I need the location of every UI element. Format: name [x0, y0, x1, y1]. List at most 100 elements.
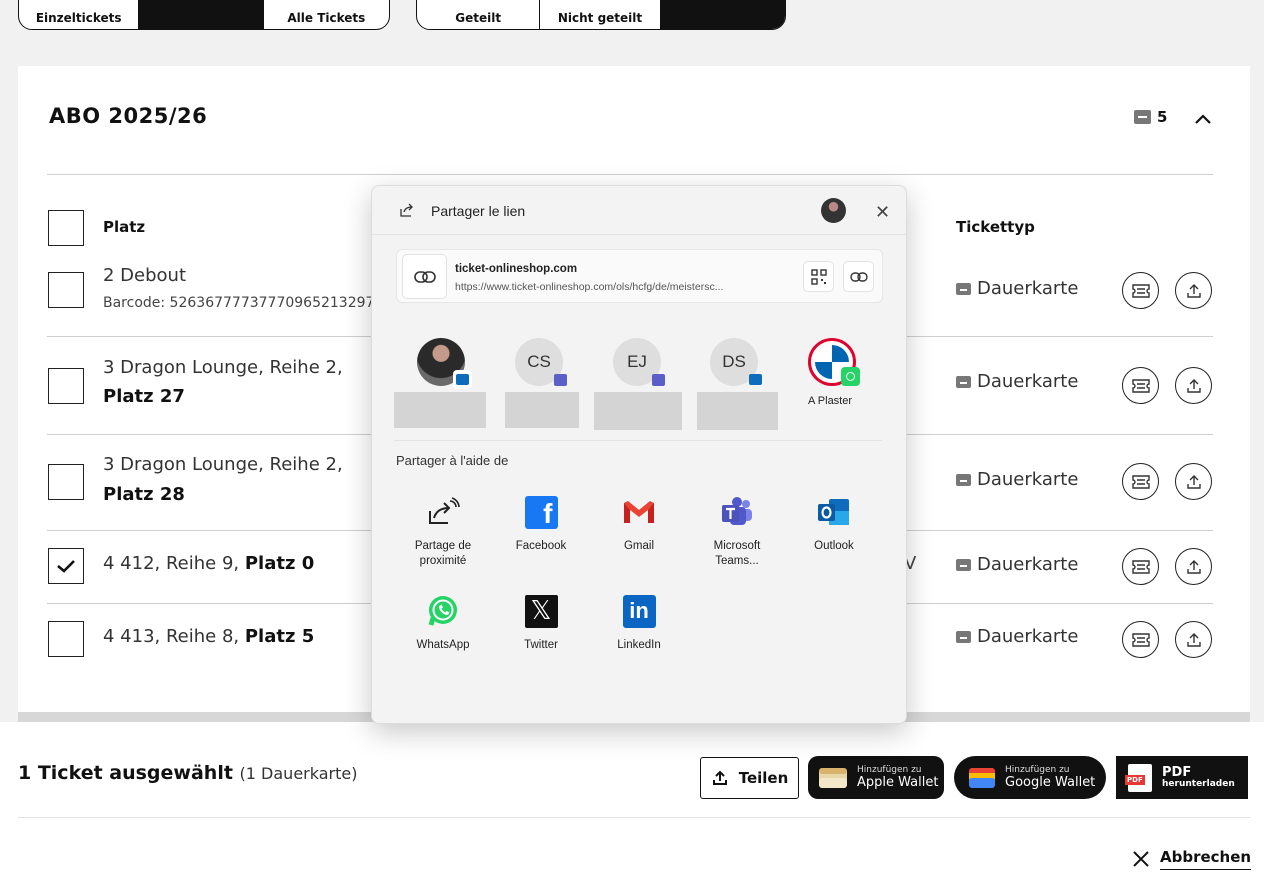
copy-link-button[interactable] — [843, 261, 874, 292]
filter-selected-segment[interactable] — [138, 0, 264, 29]
row-checkbox[interactable] — [48, 368, 84, 404]
footer-bar — [0, 722, 1264, 880]
share-ticket-button[interactable] — [1175, 621, 1212, 658]
filter-geteilt[interactable]: Geteilt — [417, 0, 541, 29]
filter-selected-segment-2[interactable] — [659, 0, 785, 29]
row-checkbox[interactable] — [48, 272, 84, 308]
user-avatar[interactable] — [821, 198, 846, 223]
ticket-detail-button[interactable] — [1122, 367, 1159, 404]
google-wallet-button[interactable]: Hinzufügen zu Google Wallet — [954, 756, 1106, 799]
contact-avatar: CS — [515, 338, 567, 386]
seat-number: Platz 5 — [244, 626, 315, 647]
share-ticket-button[interactable] — [1175, 548, 1212, 585]
contact-initials: CS — [527, 352, 551, 371]
barcode-label: Barcode: 5263677773777096521329713 — [103, 295, 393, 311]
cancel-label: Abbrechen — [1160, 848, 1252, 870]
ticket-detail-button[interactable] — [1122, 548, 1159, 585]
share-ticket-button[interactable] — [1175, 463, 1212, 500]
upload-icon — [1186, 283, 1201, 298]
seat-number: Platz 27 — [103, 386, 185, 407]
ticket-detail-button[interactable] — [1122, 621, 1159, 658]
seat-number: Platz 0 — [244, 553, 315, 574]
share-ticket-button[interactable] — [1175, 272, 1212, 309]
pdf-file-icon: PDF — [1125, 763, 1152, 792]
ticket-count-value: 5 — [1157, 108, 1168, 126]
app-label: Partage de proximité — [414, 540, 472, 567]
ticket-count: 5 — [1134, 108, 1167, 126]
app-label: WhatsApp — [416, 639, 470, 651]
teams-icon — [551, 370, 570, 389]
column-header-platz: Platz — [103, 218, 146, 236]
app-gmail[interactable]: Gmail — [590, 494, 688, 554]
google-wallet-label: Google Wallet — [1005, 775, 1096, 790]
app-outlook[interactable]: Outlook — [785, 494, 883, 554]
checkmark-icon — [57, 560, 75, 573]
ticket-detail-button[interactable] — [1122, 463, 1159, 500]
contact-initials: EJ — [627, 352, 647, 371]
upload-icon — [1186, 632, 1201, 647]
seat-label: 3 Dragon Lounge, Reihe 2, — [103, 454, 343, 475]
app-facebook[interactable]: f Facebook — [492, 494, 590, 554]
qr-code-icon — [810, 268, 827, 285]
ticket-outline-icon — [1131, 474, 1150, 489]
filter-nicht-geteilt[interactable]: Nicht geteilt — [540, 0, 659, 29]
upload-icon — [1186, 378, 1201, 393]
teams-icon — [649, 370, 668, 389]
app-nearby-share[interactable]: Partage de proximité — [394, 494, 492, 569]
ticket-type: Dauerkarte — [956, 469, 1078, 490]
pdf-download-button[interactable]: PDF PDF herunterladen — [1116, 756, 1248, 799]
linkedin-icon: in — [622, 594, 656, 628]
contact-item[interactable]: CS — [515, 338, 567, 386]
ticket-type-label: Dauerkarte — [977, 278, 1079, 299]
teams-icon — [722, 497, 752, 525]
section-title: ABO 2025/26 — [49, 104, 208, 128]
apple-wallet-button[interactable]: Hinzufügen zu Apple Wallet — [808, 756, 944, 799]
facebook-icon: f — [524, 495, 558, 529]
google-wallet-icon — [969, 767, 995, 788]
selection-detail: (1 Dauerkarte) — [239, 764, 358, 783]
ticket-icon — [1134, 110, 1151, 124]
ticket-type: Dauerkarte — [956, 554, 1078, 575]
app-microsoft-teams[interactable]: Microsoft Teams... — [688, 494, 786, 569]
ticket-icon — [956, 558, 971, 571]
select-all-checkbox[interactable] — [48, 210, 84, 246]
apple-wallet-label: Apple Wallet — [857, 775, 939, 790]
outlook-icon — [818, 499, 849, 525]
share-filter-group: Geteilt Nicht geteilt — [416, 0, 786, 30]
seat-label: 3 Dragon Lounge, Reihe 2, — [103, 357, 343, 378]
filter-einzeltickets[interactable]: Einzeltickets — [19, 0, 138, 29]
nearby-share-icon — [429, 497, 460, 524]
link-preview: ticket-onlineshop.com https://www.ticket… — [396, 249, 883, 303]
contact-item[interactable] — [808, 338, 860, 386]
contact-item[interactable]: EJ — [613, 338, 665, 386]
app-twitter[interactable]: 𝕏 Twitter — [492, 593, 590, 653]
chevron-up-icon[interactable] — [1194, 110, 1212, 128]
row-checkbox[interactable] — [48, 621, 84, 657]
share-dialog-header: Partager le lien — [398, 202, 525, 219]
contact-item[interactable] — [417, 338, 472, 389]
row-checkbox-checked[interactable] — [48, 548, 84, 584]
ticket-type-label: Dauerkarte — [977, 554, 1079, 575]
contact-item[interactable]: DS — [710, 338, 762, 386]
filter-alle-tickets[interactable]: Alle Tickets — [264, 0, 389, 29]
share-ticket-button[interactable] — [1175, 367, 1212, 404]
selection-summary: 1 Ticket ausgewählt (1 Dauerkarte) — [18, 762, 357, 784]
ticket-type-label: Dauerkarte — [977, 469, 1079, 490]
ticket-type-label: Dauerkarte — [977, 626, 1079, 647]
ticket-type: Dauerkarte — [956, 626, 1078, 647]
row-checkbox[interactable] — [48, 464, 84, 500]
pdf-sublabel: herunterladen — [1162, 778, 1235, 789]
ticket-detail-button[interactable] — [1122, 272, 1159, 309]
pdf-icon-label: PDF — [1125, 774, 1145, 785]
app-whatsapp[interactable]: WhatsApp — [394, 593, 492, 653]
cancel-button[interactable]: Abbrechen — [1132, 848, 1252, 870]
contact-avatar: EJ — [613, 338, 665, 386]
qr-code-button[interactable] — [803, 261, 834, 292]
seat-label-text: 4 412, Reihe 9, — [103, 553, 245, 574]
app-linkedin[interactable]: in LinkedIn — [590, 593, 688, 653]
link-icon — [849, 271, 868, 282]
close-icon[interactable]: ✕ — [875, 202, 890, 223]
share-button[interactable]: Teilen — [700, 757, 799, 799]
seat-label-text: 4 413, Reihe 8, — [103, 626, 245, 647]
contact-name: A Plaster — [808, 395, 853, 407]
